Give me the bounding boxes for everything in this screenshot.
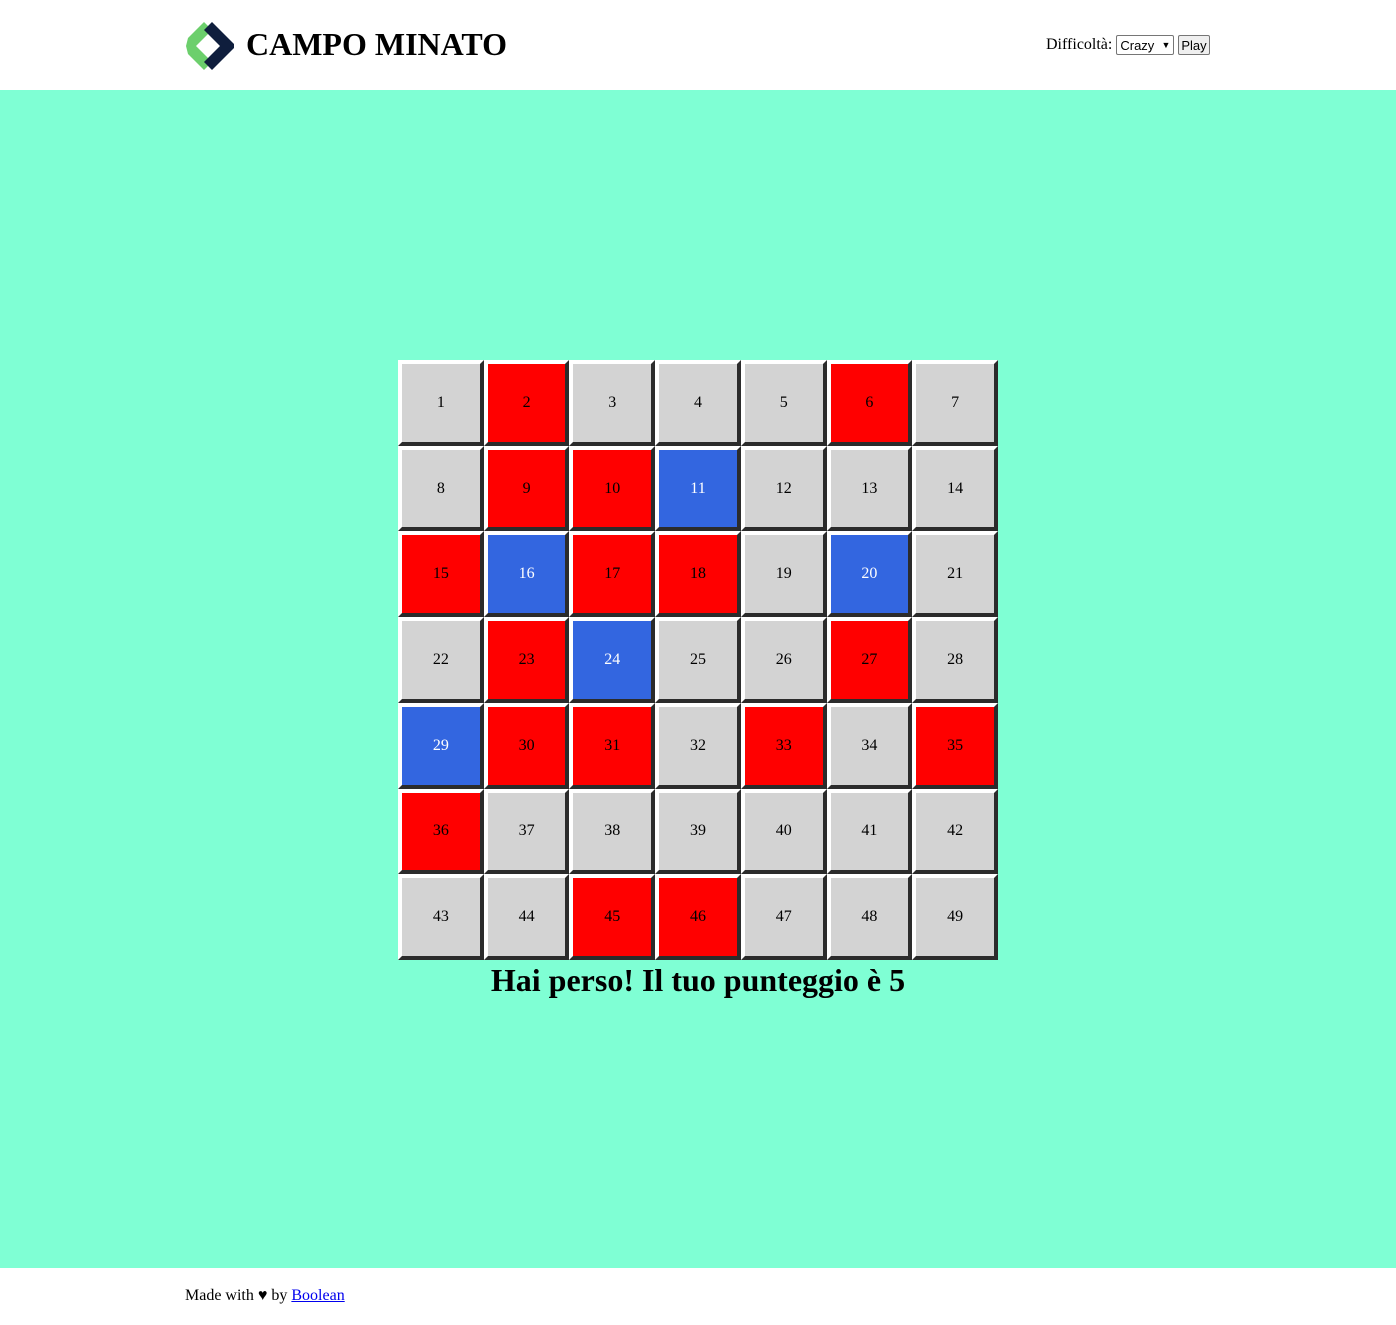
- grid-cell[interactable]: 38: [569, 788, 656, 875]
- grid-cell[interactable]: 13: [826, 445, 913, 532]
- grid-cell[interactable]: 47: [740, 874, 827, 960]
- footer: Made with ♥ by Boolean: [0, 1268, 1396, 1325]
- grid-cell[interactable]: 21: [912, 531, 998, 618]
- grid-cell[interactable]: 25: [655, 617, 741, 703]
- difficulty-select[interactable]: Crazy ▼: [1116, 35, 1175, 55]
- grid-cell[interactable]: 40: [740, 788, 827, 875]
- footer-by: by: [271, 1287, 288, 1304]
- diamond-chevron-logo-icon: [186, 22, 234, 70]
- minefield-grid: 1 2 3 4 5 6 7 8 9 10 11 12 13 14 15 16 17 18 19 20 21 22 23 24 2…: [398, 360, 998, 960]
- footer-made-with: Made with: [185, 1287, 254, 1304]
- grid-cell[interactable]: 30: [483, 702, 570, 789]
- grid-cell[interactable]: 16: [483, 531, 570, 618]
- grid-cell[interactable]: 20: [826, 531, 913, 618]
- grid-cell[interactable]: 26: [740, 617, 827, 703]
- game-area: 1 2 3 4 5 6 7 8 9 10 11 12 13 14 15 16 17 18 19 20 21 22 23 24 2…: [0, 90, 1396, 1268]
- grid-cell[interactable]: 19: [740, 531, 827, 618]
- grid-cell[interactable]: 7: [912, 360, 998, 446]
- grid-cell[interactable]: 10: [569, 445, 656, 532]
- grid-cell[interactable]: 15: [398, 531, 484, 618]
- grid-cell[interactable]: 18: [655, 531, 741, 618]
- grid-cell[interactable]: 46: [655, 874, 741, 960]
- play-button[interactable]: Play: [1178, 35, 1210, 55]
- grid-cell[interactable]: 33: [740, 702, 827, 789]
- grid-cell[interactable]: 24: [569, 617, 656, 703]
- grid-cell[interactable]: 49: [912, 874, 998, 960]
- grid-cell[interactable]: 39: [655, 788, 741, 875]
- grid-cell[interactable]: 34: [826, 702, 913, 789]
- grid-cell[interactable]: 28: [912, 617, 998, 703]
- difficulty-controls: Difficoltà: Crazy ▼ Play: [1046, 34, 1210, 56]
- grid-cell[interactable]: 29: [398, 702, 484, 789]
- grid-cell[interactable]: 17: [569, 531, 656, 618]
- grid-cell[interactable]: 1: [398, 360, 484, 446]
- grid-cell[interactable]: 41: [826, 788, 913, 875]
- grid-cell[interactable]: 3: [569, 360, 656, 446]
- result-message: Hai perso! Il tuo punteggio è 5: [490, 962, 906, 998]
- grid-cell[interactable]: 27: [826, 617, 913, 703]
- grid-cell[interactable]: 5: [740, 360, 827, 446]
- difficulty-selected-value: Crazy: [1120, 37, 1155, 53]
- grid-cell[interactable]: 6: [826, 360, 913, 446]
- grid-cell[interactable]: 36: [398, 788, 484, 875]
- boolean-link[interactable]: Boolean: [291, 1287, 344, 1304]
- grid-cell[interactable]: 2: [483, 360, 570, 446]
- page-title: CAMPO MINATO: [246, 26, 508, 62]
- grid-cell[interactable]: 43: [398, 874, 484, 960]
- grid-cell[interactable]: 42: [912, 788, 998, 875]
- grid-cell[interactable]: 35: [912, 702, 998, 789]
- heart-icon: ♥: [257, 1287, 268, 1304]
- grid-cell[interactable]: 14: [912, 445, 998, 532]
- grid-cell[interactable]: 23: [483, 617, 570, 703]
- grid-cell[interactable]: 12: [740, 445, 827, 532]
- grid-cell[interactable]: 44: [483, 874, 570, 960]
- footer-text: Made with ♥ by Boolean: [185, 1287, 345, 1305]
- difficulty-label: Difficoltà:: [1046, 36, 1113, 53]
- grid-cell[interactable]: 48: [826, 874, 913, 960]
- grid-cell[interactable]: 4: [655, 360, 741, 446]
- grid-cell[interactable]: 32: [655, 702, 741, 789]
- grid-cell[interactable]: 37: [483, 788, 570, 875]
- chevron-down-icon: ▼: [1161, 40, 1171, 50]
- header: CAMPO MINATO Difficoltà: Crazy ▼ Play: [0, 0, 1396, 90]
- grid-cell[interactable]: 31: [569, 702, 656, 789]
- grid-cell[interactable]: 22: [398, 617, 484, 703]
- grid-cell[interactable]: 45: [569, 874, 656, 960]
- grid-cell[interactable]: 11: [655, 445, 741, 532]
- grid-cell[interactable]: 9: [483, 445, 570, 532]
- grid-cell[interactable]: 8: [398, 445, 484, 532]
